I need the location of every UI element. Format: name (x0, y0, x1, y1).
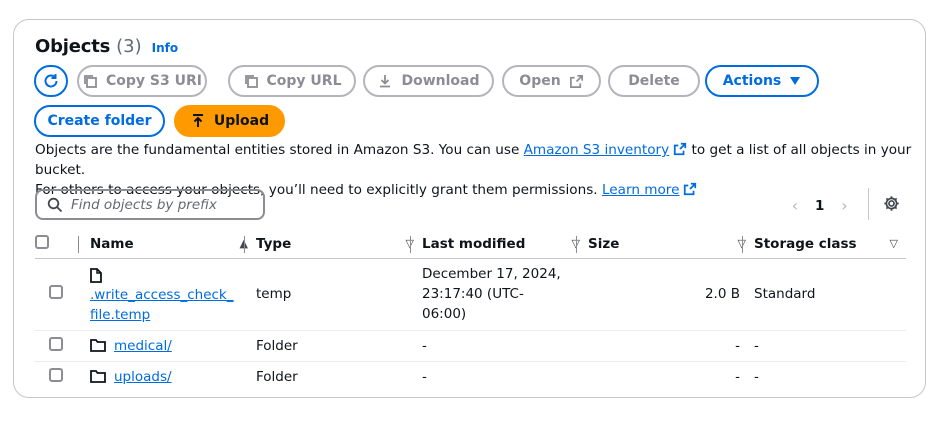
storage-class-cell: - (754, 368, 759, 385)
folder-link[interactable]: uploads/ (114, 369, 172, 385)
column-divider (742, 236, 743, 253)
row-checkbox[interactable] (49, 285, 63, 299)
column-storage-class-label: Storage class (754, 235, 857, 252)
upload-label: Upload (213, 113, 270, 129)
pagination: ‹ 1 › (788, 196, 851, 215)
copy-s3-uri-label: Copy S3 URI (106, 73, 202, 89)
name-cell: .write_access_check_ file.temp (90, 258, 256, 331)
column-header-last-modified[interactable]: Last modified▽ (410, 230, 588, 259)
download-icon (380, 75, 391, 88)
copy-icon (84, 75, 97, 88)
size-cell: 2.0 B (588, 258, 754, 331)
next-page-icon[interactable]: › (837, 196, 851, 215)
current-page[interactable]: 1 (815, 198, 824, 214)
select-all-cell (35, 230, 90, 259)
folder-icon (90, 339, 106, 352)
open-label: Open (519, 73, 561, 89)
open-button[interactable]: Open (502, 65, 601, 97)
column-divider (78, 236, 79, 253)
storage-class-cell: Standard (754, 258, 906, 331)
description-text-1: Objects are the fundamental entities sto… (35, 142, 524, 158)
table-row: .write_access_check_ file.temp temp Decem… (35, 258, 906, 331)
modified-line-2: 23:17:40 (UTC- (422, 286, 524, 302)
actions-label: Actions (722, 73, 782, 89)
search-input[interactable] (71, 196, 241, 213)
object-name-line-2: file.temp (90, 306, 151, 323)
object-count: (3) (116, 36, 142, 57)
column-last-modified-label: Last modified (422, 235, 526, 252)
external-link-icon (674, 142, 687, 156)
refresh-icon (44, 74, 58, 88)
external-link-icon (569, 74, 583, 88)
row-select-cell (35, 258, 90, 331)
copy-url-label: Copy URL (266, 73, 342, 89)
folder-link[interactable]: medical/ (114, 338, 172, 354)
last-modified-cell: - (422, 368, 427, 385)
search-box (35, 189, 265, 220)
type-cell: Folder (256, 330, 422, 362)
upload-icon (192, 114, 203, 127)
column-name-label: Name (90, 235, 134, 252)
table-row: uploads/ Folder - - - (35, 361, 906, 392)
row-checkbox[interactable] (49, 367, 63, 382)
object-name-line-1: .write_access_check_ (90, 286, 234, 303)
select-all-checkbox[interactable] (35, 234, 49, 249)
name-cell: uploads/ (90, 361, 256, 392)
column-divider (244, 236, 245, 253)
objects-panel: Objects (3) Info Copy S3 URI Copy URL Do… (13, 19, 926, 398)
external-link-icon (684, 182, 697, 196)
column-header-type[interactable]: Type▽ (244, 230, 422, 259)
column-header-storage-class[interactable]: Storage class ▽ (742, 230, 906, 259)
settings-button[interactable] (883, 195, 900, 216)
column-divider (576, 236, 577, 253)
row-select-cell (35, 330, 90, 362)
caret-down-icon (790, 77, 801, 85)
actions-dropdown[interactable]: Actions (705, 65, 819, 97)
table-row: medical/ Folder - - - (35, 330, 906, 362)
type-cell: Folder (256, 368, 298, 385)
objects-table: Name▲ Type▽ Last modified▽ Size▽ Storage… (35, 230, 906, 392)
page-title: Objects (35, 36, 111, 57)
panel-header: Objects (3) Info (35, 36, 178, 57)
row-checkbox[interactable] (49, 336, 63, 351)
modified-line-1: December 17, 2024, (422, 266, 561, 282)
column-divider (410, 236, 411, 253)
download-button[interactable]: Download (363, 65, 494, 97)
column-size-label: Size (588, 235, 620, 252)
learn-more-link[interactable]: Learn more (602, 182, 680, 198)
copy-icon (244, 75, 258, 88)
sort-icon: ▽ (889, 237, 898, 251)
s3-inventory-link[interactable]: Amazon S3 inventory (524, 142, 670, 158)
copy-url-button[interactable]: Copy URL (228, 65, 356, 97)
storage-class-cell: - (754, 330, 906, 362)
refresh-button[interactable] (34, 65, 68, 97)
type-cell: temp (256, 258, 422, 331)
search-icon (47, 197, 63, 212)
prev-page-icon[interactable]: ‹ (788, 196, 802, 215)
column-header-size[interactable]: Size▽ (576, 230, 754, 259)
create-folder-button[interactable]: Create folder (34, 105, 165, 137)
size-cell: - (588, 330, 754, 362)
download-label: Download (401, 73, 480, 89)
last-modified-cell: - (422, 330, 588, 362)
size-cell: - (735, 368, 740, 385)
column-type-label: Type (256, 235, 292, 252)
upload-button[interactable]: Upload (174, 105, 285, 137)
info-link[interactable]: Info (152, 41, 178, 55)
delete-label: Delete (628, 73, 680, 89)
modified-line-3: 06:00) (422, 306, 467, 322)
delete-button[interactable]: Delete (608, 65, 700, 97)
name-cell: medical/ (90, 330, 256, 362)
copy-s3-uri-button[interactable]: Copy S3 URI (77, 65, 207, 97)
object-name-link[interactable]: .write_access_check_ file.temp (90, 287, 234, 323)
last-modified-cell: December 17, 2024, 23:17:40 (UTC- 06:00) (422, 258, 588, 331)
gear-icon (884, 196, 899, 211)
file-icon (90, 267, 102, 283)
create-folder-label: Create folder (47, 113, 152, 129)
divider (868, 188, 869, 220)
folder-icon (90, 370, 106, 384)
table-header-row: Name▲ Type▽ Last modified▽ Size▽ Storage… (35, 230, 906, 259)
column-header-name[interactable]: Name▲ (78, 230, 256, 259)
row-select-cell (35, 361, 90, 392)
